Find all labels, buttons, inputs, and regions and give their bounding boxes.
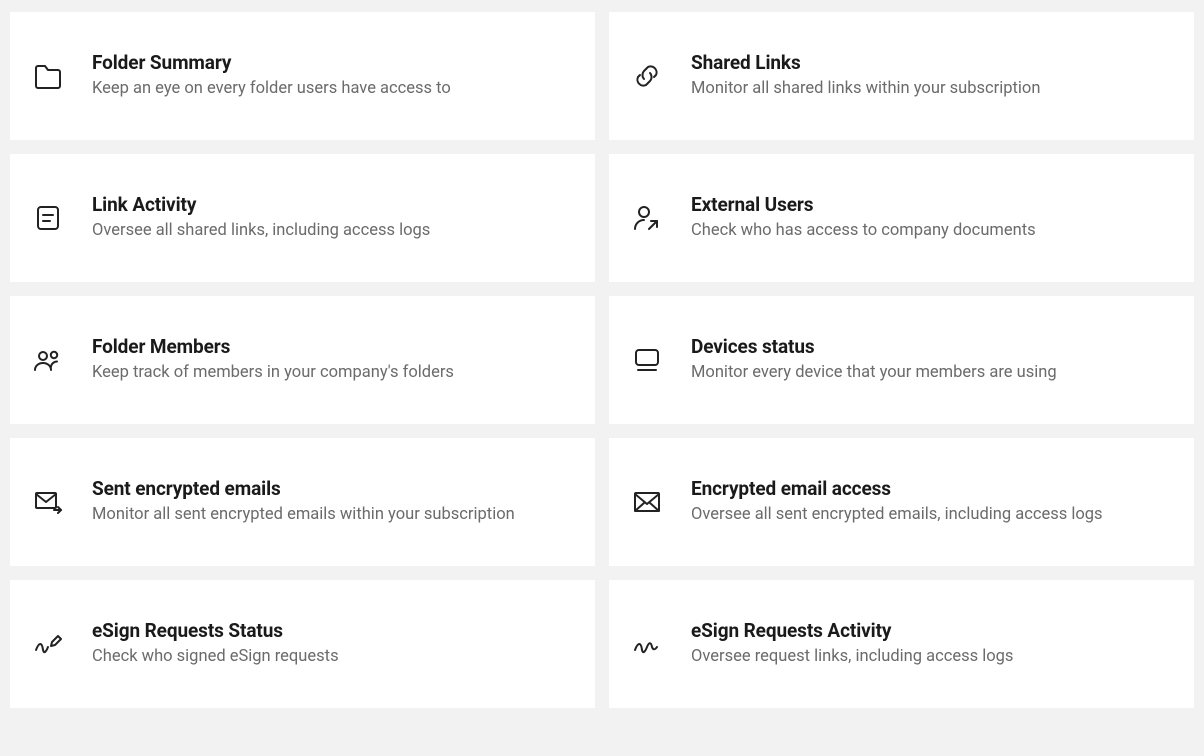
card-title: Folder Members [92,335,454,358]
card-title: Encrypted email access [691,477,1103,500]
card-esign-activity[interactable]: eSign Requests Activity Oversee request … [609,580,1194,708]
card-encrypted-email-access[interactable]: Encrypted email access Oversee all sent … [609,438,1194,566]
card-title: External Users [691,193,1036,216]
card-title: Devices status [691,335,1057,358]
card-description: Monitor all shared links within your sub… [691,78,1040,100]
card-external-users[interactable]: External Users Check who has access to c… [609,154,1194,282]
card-devices-status[interactable]: Devices status Monitor every device that… [609,296,1194,424]
card-title: eSign Requests Status [92,619,339,642]
card-title: Folder Summary [92,51,451,74]
users-group-icon [32,344,92,376]
mail-send-icon [32,486,92,518]
card-description: Monitor all sent encrypted emails within… [92,504,515,526]
card-title: Shared Links [691,51,1040,74]
cards-grid: Folder Summary Keep an eye on every fold… [10,12,1194,708]
card-description: Check who signed eSign requests [92,646,339,668]
card-folder-summary[interactable]: Folder Summary Keep an eye on every fold… [10,12,595,140]
card-title: Link Activity [92,193,430,216]
card-shared-links[interactable]: Shared Links Monitor all shared links wi… [609,12,1194,140]
card-esign-status[interactable]: eSign Requests Status Check who signed e… [10,580,595,708]
card-description: Oversee all sent encrypted emails, inclu… [691,504,1103,526]
card-title: Sent encrypted emails [92,477,515,500]
signature-pencil-icon [32,628,92,660]
document-lines-icon [32,202,92,234]
folder-icon [32,60,92,92]
user-arrow-icon [631,202,691,234]
card-description: Keep an eye on every folder users have a… [92,78,451,100]
card-sent-encrypted-emails[interactable]: Sent encrypted emails Monitor all sent e… [10,438,595,566]
card-title: eSign Requests Activity [691,619,1013,642]
signature-icon [631,628,691,660]
card-description: Oversee request links, including access … [691,646,1013,668]
card-description: Check who has access to company document… [691,220,1036,242]
monitor-icon [631,344,691,376]
card-description: Monitor every device that your members a… [691,362,1057,384]
card-description: Oversee all shared links, including acce… [92,220,430,242]
mail-icon [631,486,691,518]
card-description: Keep track of members in your company's … [92,362,454,384]
link-icon [631,60,691,92]
card-link-activity[interactable]: Link Activity Oversee all shared links, … [10,154,595,282]
card-folder-members[interactable]: Folder Members Keep track of members in … [10,296,595,424]
